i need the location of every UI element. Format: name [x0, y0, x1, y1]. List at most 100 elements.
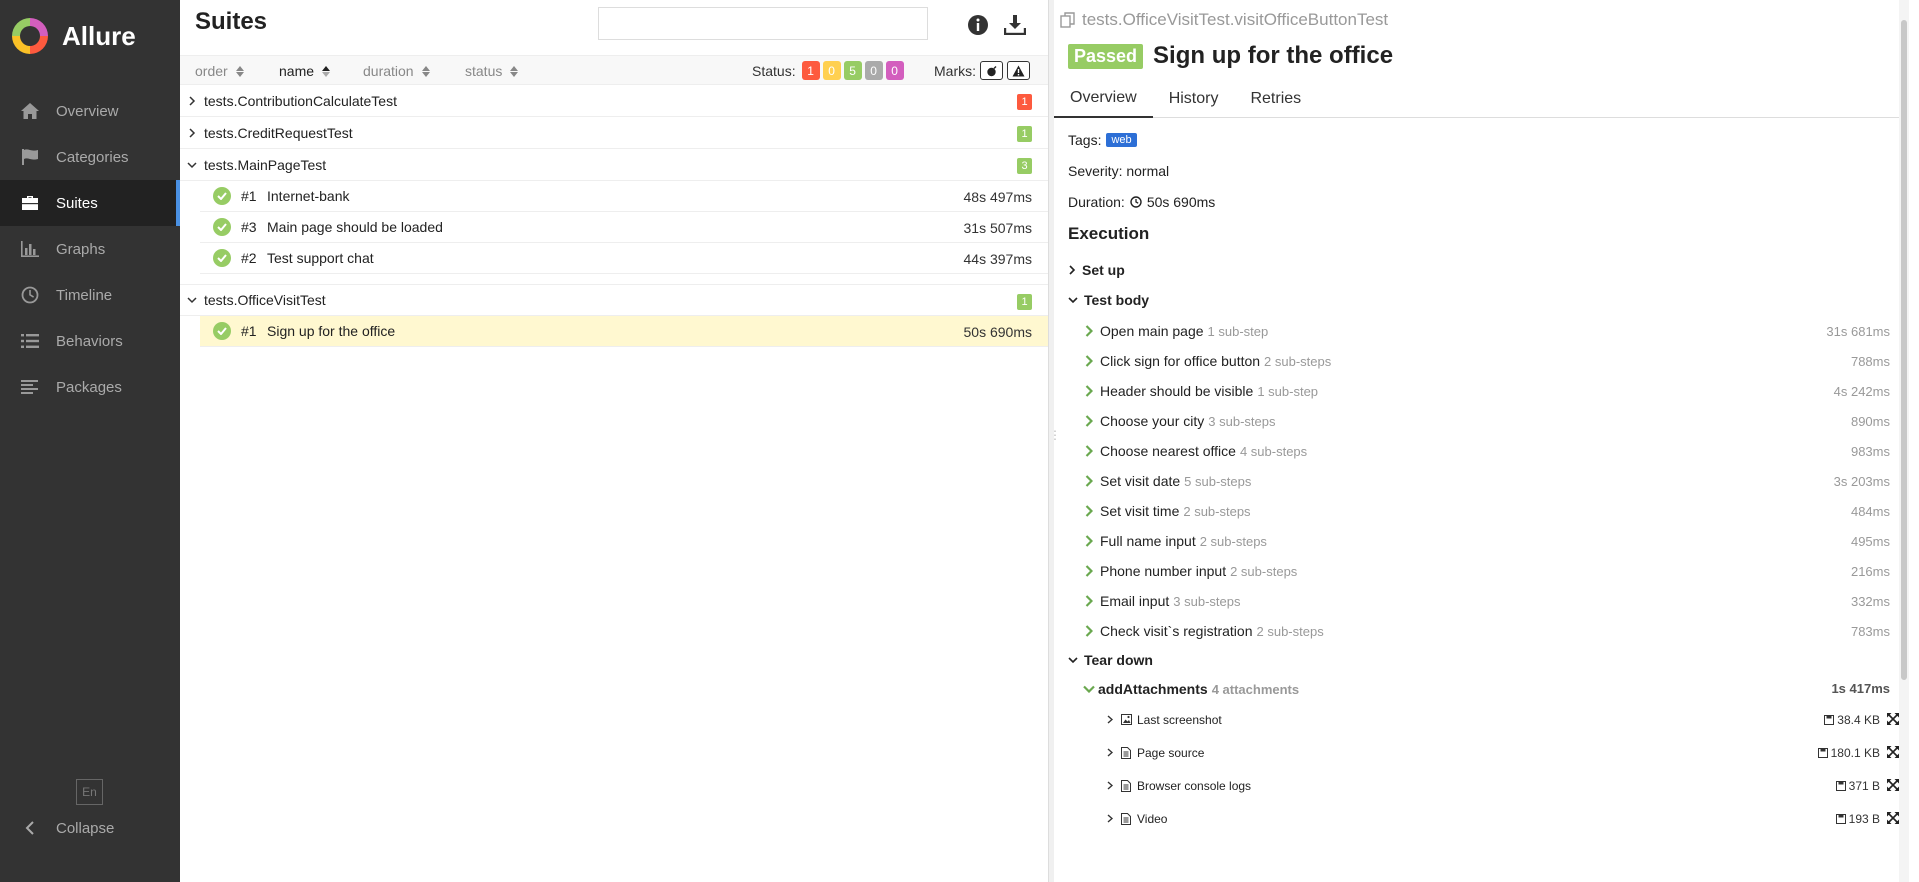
attachment-row[interactable]: Page source 180.1 KB	[1104, 736, 1900, 769]
attachment-row[interactable]: Last screenshot 38.4 KB	[1104, 703, 1900, 736]
sort-by-name[interactable]: name	[279, 63, 331, 79]
chevron-down-icon	[180, 161, 204, 169]
copy-icon[interactable]	[1060, 12, 1076, 28]
status-skipped-toggle[interactable]: 0	[864, 61, 883, 80]
collapse-button[interactable]: Collapse	[18, 812, 114, 844]
attachment-row[interactable]: Browser console logs 371 B	[1104, 769, 1900, 802]
chevron-right-icon	[1082, 415, 1096, 427]
step-name: addAttachments	[1098, 681, 1208, 697]
test-body-stage[interactable]: Test body	[1068, 292, 1149, 308]
group-name: tests.ContributionCalculateTest	[204, 92, 397, 109]
attachment-size: 371 B	[1835, 779, 1880, 793]
status-broken-toggle[interactable]: 0	[822, 61, 841, 80]
text-file-icon	[1119, 779, 1133, 792]
expand-icon[interactable]	[1886, 811, 1900, 825]
step-row[interactable]: Open main page 1 sub-step 31s 681ms	[1082, 316, 1890, 346]
expand-icon[interactable]	[1886, 778, 1900, 792]
step-name: Open main page	[1100, 323, 1204, 339]
status-failed-toggle[interactable]: 1	[801, 61, 820, 80]
attachment-row[interactable]: Video 193 B	[1104, 802, 1900, 835]
step-row[interactable]: Set visit date 5 sub-steps 3s 203ms	[1082, 466, 1890, 496]
duration-value: 50s 690ms	[1146, 194, 1216, 210]
step-row[interactable]: Set visit time 2 sub-steps 484ms	[1082, 496, 1890, 526]
tree-group[interactable]: tests.ContributionCalculateTest 1	[180, 85, 1048, 117]
sidebar-item-overview[interactable]: Overview	[0, 88, 180, 134]
test-case-title: Main page should be loaded	[267, 219, 443, 235]
test-case-row[interactable]: #3 Main page should be loaded 31s 507ms	[200, 212, 1048, 243]
sidebar-item-graphs[interactable]: Graphs	[0, 226, 180, 272]
sidebar-item-label: Behaviors	[56, 332, 123, 350]
tab-history[interactable]: History	[1153, 80, 1235, 118]
step-duration: 216ms	[1850, 564, 1890, 579]
setup-stage[interactable]: Set up	[1068, 262, 1125, 278]
language-switch[interactable]: En	[76, 779, 103, 805]
step-substeps: 2 sub-steps	[1199, 533, 1267, 549]
chevron-right-icon	[1082, 385, 1096, 397]
chevron-right-icon	[180, 127, 204, 138]
step-substeps: 4 sub-steps	[1239, 443, 1308, 459]
sort-by-status[interactable]: status	[465, 63, 519, 79]
marks-label: Marks:	[934, 62, 976, 79]
new-failed-mark-toggle[interactable]	[1007, 61, 1030, 80]
sort-icon	[421, 65, 430, 77]
test-case-number: #3	[241, 219, 257, 235]
status-passed-toggle[interactable]: 5	[843, 61, 862, 80]
test-title: Sign up for the office	[1153, 42, 1394, 69]
sidebar: Allure Overview Categories Suites Graphs…	[0, 0, 180, 882]
test-case-row[interactable]: #2 Test support chat 44s 397ms	[200, 243, 1048, 274]
step-row[interactable]: Choose nearest office 4 sub-steps 983ms	[1082, 436, 1890, 466]
chevron-right-icon	[1082, 535, 1096, 547]
sort-by-duration[interactable]: duration	[363, 63, 430, 79]
test-case-duration: 44s 397ms	[963, 251, 1032, 267]
step-duration: 4s 242ms	[1833, 384, 1890, 399]
teardown-stage[interactable]: Tear down	[1068, 652, 1153, 668]
scrollbar-thumb[interactable]	[1901, 20, 1907, 680]
tab-retries[interactable]: Retries	[1234, 80, 1317, 118]
passed-status-icon	[213, 187, 231, 205]
step-row[interactable]: Choose your city 3 sub-steps 890ms	[1082, 406, 1890, 436]
tree-group[interactable]: tests.CreditRequestTest 1	[180, 117, 1048, 149]
sidebar-item-timeline[interactable]: Timeline	[0, 272, 180, 318]
tree-group[interactable]: tests.OfficeVisitTest 1	[180, 284, 1048, 316]
search-input[interactable]	[598, 7, 928, 40]
scrollbar[interactable]	[1899, 0, 1909, 882]
step-duration: 983ms	[1850, 444, 1890, 459]
teardown-step-row[interactable]: addAttachments 4 attachments 1s 417ms	[1082, 677, 1890, 701]
test-case-row[interactable]: #1 Sign up for the office 50s 690ms	[200, 316, 1048, 347]
step-row[interactable]: Full name input 2 sub-steps 495ms	[1082, 526, 1890, 556]
chevron-right-icon	[1082, 445, 1096, 457]
chevron-right-icon	[1104, 715, 1116, 724]
step-row[interactable]: Click sign for office button 2 sub-steps 7…	[1082, 346, 1890, 376]
step-row[interactable]: Header should be visible 1 sub-step 4s 242…	[1082, 376, 1890, 406]
download-icon[interactable]	[1003, 13, 1027, 37]
marks-filter: Marks:	[934, 61, 1030, 80]
test-case-number: #2	[241, 250, 257, 266]
info-icon[interactable]	[966, 13, 990, 37]
sidebar-item-packages[interactable]: Packages	[0, 364, 180, 410]
test-case-title: Internet-bank	[267, 188, 350, 204]
test-case-row[interactable]: #1 Internet-bank 48s 497ms	[200, 181, 1048, 212]
flaky-mark-toggle[interactable]	[980, 61, 1003, 80]
sort-by-order[interactable]: order	[195, 63, 244, 79]
sort-label: duration	[363, 63, 414, 79]
severity-row: Severity: normal	[1068, 163, 1169, 179]
step-row[interactable]: Check visit`s registration 2 sub-steps 783…	[1082, 616, 1890, 646]
tree-group[interactable]: tests.MainPageTest 3	[180, 149, 1048, 181]
expand-icon[interactable]	[1886, 745, 1900, 759]
status-unknown-toggle[interactable]: 0	[885, 61, 904, 80]
sidebar-item-categories[interactable]: Categories	[0, 134, 180, 180]
step-duration: 484ms	[1850, 504, 1890, 519]
group-count-badge: 1	[1017, 126, 1032, 142]
brand[interactable]: Allure	[0, 0, 180, 72]
step-row[interactable]: Email input 3 sub-steps 332ms	[1082, 586, 1890, 616]
sidebar-item-label: Graphs	[56, 240, 106, 258]
expand-icon[interactable]	[1886, 712, 1900, 726]
sidebar-item-suites[interactable]: Suites	[0, 180, 180, 226]
chevron-right-icon	[1082, 475, 1096, 487]
clock-icon	[18, 285, 42, 305]
step-attachment-count: 4 attachments	[1211, 681, 1300, 697]
step-duration: 31s 681ms	[1826, 324, 1890, 339]
step-row[interactable]: Phone number input 2 sub-steps 216ms	[1082, 556, 1890, 586]
tab-overview[interactable]: Overview	[1054, 80, 1153, 118]
sidebar-item-behaviors[interactable]: Behaviors	[0, 318, 180, 364]
